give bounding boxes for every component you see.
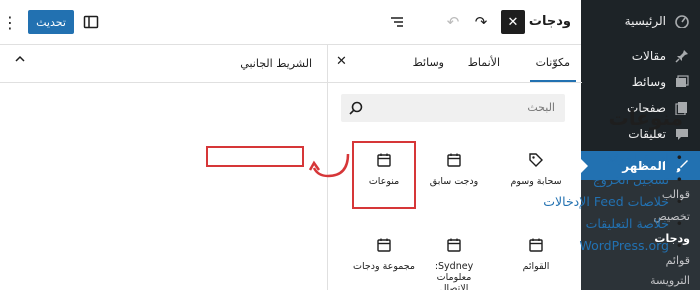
block-label: مجموعة ودجات — [353, 261, 415, 272]
calendar-icon — [376, 237, 392, 253]
block-label: ودجت سابق — [429, 176, 479, 187]
close-icon[interactable]: ✕ — [336, 54, 347, 69]
list-item[interactable]: خلاصة التعليقات — [543, 213, 683, 235]
list-item[interactable]: WordPress.org — [543, 235, 683, 257]
submenu-item-header[interactable]: الترويسة — [650, 274, 690, 287]
menu-label: وسائط — [631, 75, 666, 89]
calendar-icon — [376, 152, 392, 168]
block-widget-group[interactable]: مجموعة ودجات — [352, 233, 416, 290]
sidebar-area-title: الشريط الجانبي — [240, 57, 312, 70]
list-item[interactable]: إدارة الموقع — [543, 147, 683, 169]
curved-arrow-icon — [308, 153, 350, 178]
search-icon — [348, 100, 364, 116]
sidebar-area-header[interactable]: الشريط الجانبي — [0, 45, 327, 83]
menu-item-dashboard[interactable]: الرئيسية — [581, 8, 700, 34]
block-label: Sydney: معلومات الاتصال — [434, 261, 474, 290]
dashboard-icon — [674, 13, 690, 29]
inserter-tabs: مكوّنات الأنماط وسائط ✕ — [328, 45, 582, 83]
block-label: القوائم — [522, 261, 550, 272]
meta-links-list: إدارة الموقع تسجيل الخروج خلاصات Feed ال… — [543, 147, 683, 257]
page-title: ودجات — [528, 14, 571, 29]
pin-icon — [674, 48, 690, 64]
menu-label: مقالات — [631, 49, 666, 63]
list-item[interactable]: تسجيل الخروج — [543, 169, 683, 191]
block-search-input[interactable]: البحث — [341, 94, 565, 122]
undo-icon[interactable]: ↶ — [444, 13, 462, 31]
calendar-icon — [528, 237, 544, 253]
list-item[interactable]: خلاصات Feed الإدخالات — [543, 191, 683, 213]
block-meta[interactable]: منوعات — [352, 141, 416, 209]
block-sydney-contact[interactable]: Sydney: معلومات الاتصال — [422, 233, 486, 290]
block-label: منوعات — [368, 176, 400, 187]
tab-patterns[interactable]: الأنماط — [468, 56, 500, 69]
calendar-icon — [446, 237, 462, 253]
update-button[interactable]: تحديث — [28, 10, 74, 34]
more-options-icon[interactable]: ⋮ — [2, 12, 18, 32]
tag-icon — [528, 152, 544, 168]
menu-item-media[interactable]: وسائط — [581, 69, 700, 95]
sidebar-toggle-icon[interactable] — [82, 13, 100, 31]
search-placeholder: البحث — [527, 101, 555, 114]
block-legacy-widget[interactable]: ودجت سابق — [422, 148, 486, 210]
highlight-box — [206, 146, 304, 167]
editor-toolbar: ⋮ تحديث ↶ ↷ ✕ ودجات — [0, 0, 581, 45]
widget-title: منوعات — [608, 106, 683, 130]
chevron-up-icon[interactable] — [14, 53, 26, 69]
close-inserter-button[interactable]: ✕ — [501, 10, 525, 34]
tab-media[interactable]: وسائط — [413, 56, 444, 69]
redo-icon[interactable]: ↷ — [472, 13, 490, 31]
menu-label: الرئيسية — [624, 14, 666, 28]
media-icon — [674, 74, 690, 90]
list-view-icon[interactable] — [388, 13, 406, 31]
tab-blocks[interactable]: مكوّنات — [529, 56, 577, 82]
calendar-icon — [446, 152, 462, 168]
menu-item-posts[interactable]: مقالات — [581, 43, 700, 69]
